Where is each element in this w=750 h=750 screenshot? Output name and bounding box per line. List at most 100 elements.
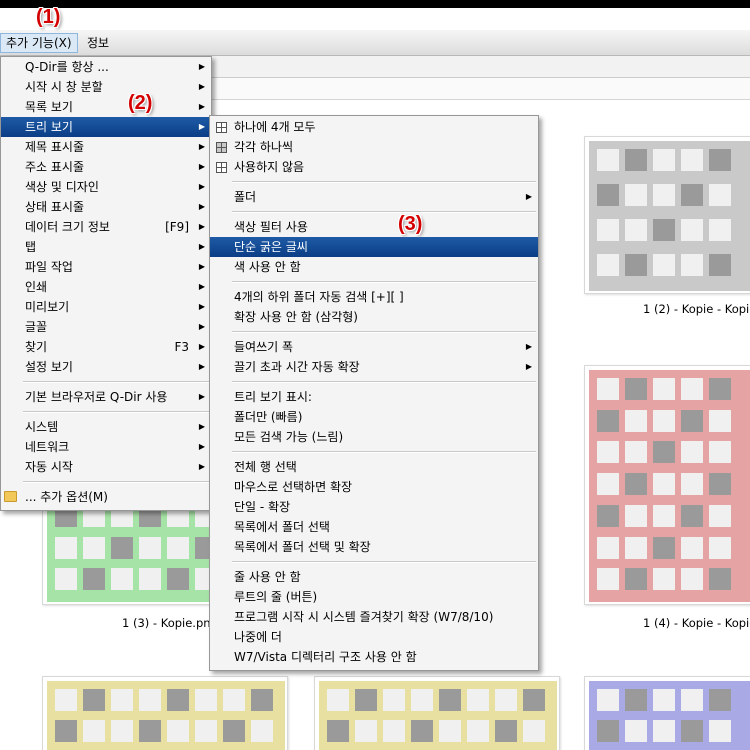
menu-item-label: 색 사용 안 함 bbox=[234, 260, 301, 274]
submenu-arrow-icon: ▶ bbox=[198, 162, 205, 171]
menu-item-4[interactable]: 폴더 ▶ bbox=[210, 187, 538, 207]
menu-item-23[interactable]: ... 추가 옵션(M) bbox=[1, 487, 211, 507]
menu-item-8[interactable]: 데이터 크기 정보 [F9] ▶ bbox=[1, 217, 211, 237]
menu-separator bbox=[210, 207, 538, 217]
menu-item-1[interactable]: 각각 하나씩 bbox=[210, 137, 538, 157]
menu-item-label: 줄 사용 안 함 bbox=[234, 570, 301, 584]
grid-icon bbox=[216, 122, 227, 133]
menu-item-18[interactable]: 모든 검색 가능 (느림) bbox=[210, 427, 538, 447]
submenu-arrow-icon: ▶ bbox=[525, 362, 532, 371]
annotation-3: (3) bbox=[398, 213, 423, 235]
image-thumbnail[interactable] bbox=[314, 676, 560, 750]
folder-icon bbox=[4, 491, 17, 502]
menu-item-label: 목록에서 폴더 선택 및 확장 bbox=[234, 540, 371, 554]
menu-item-label: 상태 표시줄 bbox=[25, 200, 85, 214]
menu-item-22[interactable]: 단일 - 확장 bbox=[210, 497, 538, 517]
menu-item-23[interactable]: 목록에서 폴더 선택 bbox=[210, 517, 538, 537]
menu-item-19[interactable]: 시스템 ▶ bbox=[1, 417, 211, 437]
menu-item-14[interactable]: 찾기 F3 ▶ bbox=[1, 337, 211, 357]
submenu-arrow-icon: ▶ bbox=[198, 182, 205, 191]
window-top-strip bbox=[0, 0, 750, 8]
menu-item-7[interactable]: 단순 굵은 글씨 bbox=[210, 237, 538, 257]
menu-item-24[interactable]: 목록에서 폴더 선택 및 확장 bbox=[210, 537, 538, 557]
menu-item-21[interactable]: 자동 시작 ▶ bbox=[1, 457, 211, 477]
menu-item-label: 나중에 더 bbox=[234, 630, 282, 644]
menu-item-8[interactable]: 색 사용 안 함 bbox=[210, 257, 538, 277]
menu-item-label: 4개의 하위 폴더 자동 검색 [+][ ] bbox=[234, 290, 404, 304]
submenu-arrow-icon: ▶ bbox=[198, 122, 205, 131]
menu-item-label: 단일 - 확장 bbox=[234, 500, 291, 514]
thumbnail-caption: 1 (4) - Kopie - Kopie. bbox=[643, 616, 750, 630]
menu-item-0[interactable]: Q-Dir를 항상 ... ▶ bbox=[1, 57, 211, 77]
menu-item-label: 제목 표시줄 bbox=[25, 140, 85, 154]
menu-item-label: 목록 보기 bbox=[25, 100, 73, 114]
menu-item-2[interactable]: 사용하지 않음 bbox=[210, 157, 538, 177]
submenu-arrow-icon: ▶ bbox=[198, 82, 205, 91]
menu-item-10[interactable]: 파일 작업 ▶ bbox=[1, 257, 211, 277]
image-thumbnail[interactable] bbox=[584, 676, 750, 750]
menu-item-30[interactable]: W7/Vista 디렉터리 구조 사용 안 함 bbox=[210, 647, 538, 667]
grid-icon bbox=[216, 162, 227, 173]
menu-item-11[interactable]: 확장 사용 안 함 (삼각형) bbox=[210, 307, 538, 327]
tab-bar[interactable] bbox=[210, 78, 750, 100]
submenu-arrow-icon: ▶ bbox=[198, 462, 205, 471]
menu-item-label: 사용하지 않음 bbox=[234, 160, 305, 174]
menu-item-4[interactable]: 제목 표시줄 ▶ bbox=[1, 137, 211, 157]
thumbnail-caption: 1 (2) - Kopie - Kopie. bbox=[643, 302, 750, 316]
menu-item-29[interactable]: 나중에 더 bbox=[210, 627, 538, 647]
menu-item-21[interactable]: 마우스로 선택하면 확장 bbox=[210, 477, 538, 497]
image-thumbnail[interactable] bbox=[42, 676, 288, 750]
submenu-arrow-icon: ▶ bbox=[198, 282, 205, 291]
menu-item-12[interactable]: 미리보기 ▶ bbox=[1, 297, 211, 317]
menu-item-label: W7/Vista 디렉터리 구조 사용 안 함 bbox=[234, 650, 417, 664]
menu-item-17[interactable]: 기본 브라우저로 Q-Dir 사용 ▶ bbox=[1, 387, 211, 407]
menu-separator bbox=[210, 447, 538, 457]
menu-item-6[interactable]: 색상 및 디자인 ▶ bbox=[1, 177, 211, 197]
menu-item-28[interactable]: 프로그램 시작 시 시스템 즐겨찾기 확장 (W7/8/10) bbox=[210, 607, 538, 627]
menu-info[interactable]: 정보 bbox=[82, 33, 114, 53]
menu-item-label: 마우스로 선택하면 확장 bbox=[234, 480, 353, 494]
menu-item-5[interactable]: 주소 표시줄 ▶ bbox=[1, 157, 211, 177]
menu-item-label: 데이터 크기 정보 bbox=[25, 220, 110, 234]
menu-item-26[interactable]: 줄 사용 안 함 bbox=[210, 567, 538, 587]
menu-item-13[interactable]: 들여쓰기 폭 ▶ bbox=[210, 337, 538, 357]
image-thumbnail[interactable] bbox=[584, 136, 750, 294]
menu-item-label: Q-Dir를 항상 ... bbox=[25, 60, 109, 74]
menu-item-17[interactable]: 폴더만 (빠름) bbox=[210, 407, 538, 427]
image-thumbnail[interactable] bbox=[584, 365, 750, 605]
thumbnail-caption: 1 (3) - Kopie.png bbox=[122, 616, 218, 630]
menu-item-label: 색상 필터 사용 bbox=[234, 220, 308, 234]
menu-item-2[interactable]: 목록 보기 ▶ bbox=[1, 97, 211, 117]
menu-item-label: 폴더 bbox=[234, 190, 257, 204]
menu-item-label: 색상 및 디자인 bbox=[25, 180, 99, 194]
menu-item-label: 확장 사용 안 함 (삼각형) bbox=[234, 310, 358, 324]
menu-item-7[interactable]: 상태 표시줄 ▶ bbox=[1, 197, 211, 217]
menu-item-label: 찾기 bbox=[25, 340, 48, 354]
menu-item-1[interactable]: 시작 시 창 분할 ▶ bbox=[1, 77, 211, 97]
menu-item-20[interactable]: 네트워크 ▶ bbox=[1, 437, 211, 457]
submenu-arrow-icon: ▶ bbox=[198, 342, 205, 351]
menu-item-label: 목록에서 폴더 선택 bbox=[234, 520, 330, 534]
menu-item-15[interactable]: 설정 보기 ▶ bbox=[1, 357, 211, 377]
menu-item-3[interactable]: 트리 보기 ▶ bbox=[1, 117, 211, 137]
menu-item-16[interactable]: 트리 보기 표시: bbox=[210, 387, 538, 407]
menu-item-9[interactable]: 탭 ▶ bbox=[1, 237, 211, 257]
submenu-arrow-icon: ▶ bbox=[198, 222, 205, 231]
menu-item-20[interactable]: 전체 행 선택 bbox=[210, 457, 538, 477]
menu-item-0[interactable]: 하나에 4개 모두 bbox=[210, 117, 538, 137]
menu-bar: 추가 기능(X) 정보 bbox=[0, 30, 750, 56]
menu-item-label: 모든 검색 가능 (느림) bbox=[234, 430, 344, 444]
menu-item-label: 트리 보기 bbox=[25, 120, 73, 134]
address-bar[interactable] bbox=[210, 56, 750, 78]
menu-extras[interactable]: 추가 기능(X) bbox=[0, 33, 78, 53]
submenu-arrow-icon: ▶ bbox=[198, 362, 205, 371]
menu-item-27[interactable]: 루트의 줄 (버튼) bbox=[210, 587, 538, 607]
menu-item-13[interactable]: 글꼴 ▶ bbox=[1, 317, 211, 337]
grid-filled-icon bbox=[216, 142, 227, 153]
menu-item-14[interactable]: 끌기 초과 시간 자동 확장 ▶ bbox=[210, 357, 538, 377]
menu-item-11[interactable]: 인쇄 ▶ bbox=[1, 277, 211, 297]
menu-item-10[interactable]: 4개의 하위 폴더 자동 검색 [+][ ] bbox=[210, 287, 538, 307]
menu-item-6[interactable]: 색상 필터 사용 bbox=[210, 217, 538, 237]
submenu-arrow-icon: ▶ bbox=[525, 192, 532, 201]
menu-item-label: 설정 보기 bbox=[25, 360, 73, 374]
